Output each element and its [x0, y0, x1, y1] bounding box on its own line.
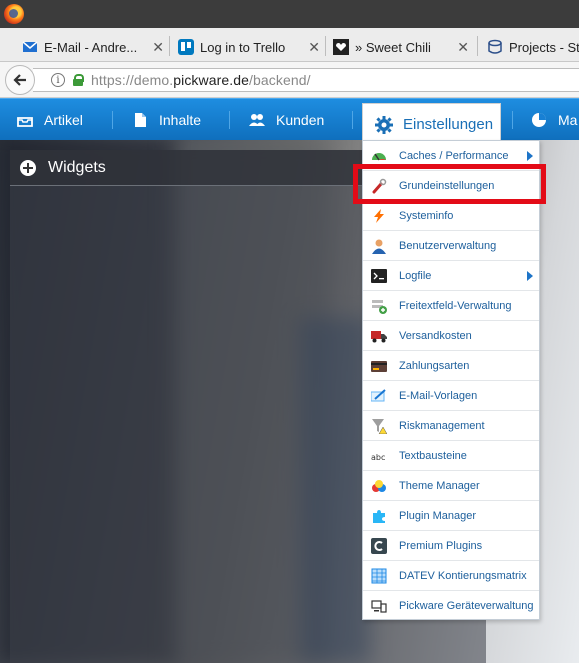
trello-icon [178, 39, 194, 55]
dropdown-item-pickware-geraeteverwaltung[interactable]: Pickware Geräteverwaltung [363, 591, 539, 621]
dropdown-item-label: Caches / Performance [399, 149, 509, 162]
tab-label: Projects - St [509, 39, 579, 55]
envelope-icon [22, 41, 38, 52]
abc-icon: abc [371, 453, 385, 462]
lock-icon[interactable] [73, 74, 84, 86]
dropdown-item-label: Benutzerverwaltung [399, 239, 497, 252]
close-icon[interactable]: ✕ [308, 39, 320, 56]
window-title-bar [0, 0, 579, 28]
menu-label: Kunden [276, 112, 325, 128]
navigation-bar: i https://demo.pickware.de/backend/ [0, 62, 579, 98]
menu-divider [512, 111, 513, 129]
menu-label: Einstellungen [403, 116, 494, 133]
firefox-logo-icon [4, 4, 24, 24]
plus-circle-icon[interactable] [20, 159, 36, 176]
dropdown-item-label: Zahlungsarten [399, 359, 470, 372]
back-button[interactable] [5, 65, 35, 95]
tab-label: » Sweet Chili [355, 39, 431, 55]
speedometer-icon [372, 152, 386, 160]
dropdown-item-textbausteine[interactable]: abc Textbausteine [363, 441, 539, 471]
menu-item-marketing[interactable]: Ma [530, 99, 577, 141]
dropdown-item-label: Textbausteine [399, 449, 467, 462]
menu-divider [229, 111, 230, 129]
puzzle-icon [373, 509, 385, 523]
envelope-edit-icon [371, 388, 386, 401]
close-icon[interactable]: ✕ [152, 39, 164, 56]
form-add-icon [372, 299, 387, 314]
menu-label: Artikel [44, 112, 83, 128]
dropdown-item-benutzerverwaltung[interactable]: Benutzerverwaltung [363, 231, 539, 261]
document-icon [135, 113, 146, 127]
premium-c-icon [371, 537, 387, 554]
dropdown-item-zahlungsarten[interactable]: Zahlungsarten [363, 351, 539, 381]
lightning-icon [374, 208, 384, 223]
dropdown-item-riskmanagement[interactable]: Riskmanagement [363, 411, 539, 441]
tab-projects[interactable]: Projects - St [487, 32, 579, 62]
heart-icon [333, 39, 349, 55]
menu-item-artikel[interactable]: Artikel [16, 99, 83, 141]
gear-icon [375, 115, 393, 134]
menu-item-kunden[interactable]: Kunden [248, 99, 324, 141]
database-icon [488, 39, 502, 54]
tab-divider [325, 36, 326, 56]
menu-item-einstellungen[interactable]: Einstellungen [362, 103, 501, 145]
dropdown-item-label: Theme Manager [399, 479, 480, 492]
dropdown-item-systeminfo[interactable]: Systeminfo [363, 201, 539, 231]
dropdown-item-datev-kontierungsmatrix[interactable]: DATEV Kontierungsmatrix [363, 561, 539, 591]
menu-item-inhalte[interactable]: Inhalte [131, 99, 201, 141]
dropdown-item-label: Logfile [399, 269, 432, 282]
tab-strip: E-Mail - Andre... ✕ Log in to Trello ✕ »… [0, 28, 579, 62]
dropdown-item-theme-manager[interactable]: Theme Manager [363, 471, 539, 501]
dropdown-item-freitextfeld-verwaltung[interactable]: Freitextfeld-Verwaltung [363, 291, 539, 321]
users-icon [249, 114, 265, 126]
dropdown-item-premium-plugins[interactable]: Premium Plugins [363, 531, 539, 561]
menu-label: Ma [558, 112, 578, 128]
highlight-annotation [353, 164, 546, 204]
svg-text:abc: abc [371, 453, 385, 462]
dropdown-item-plugin-manager[interactable]: Plugin Manager [363, 501, 539, 531]
arrow-left-icon [13, 74, 26, 86]
widgets-title: Widgets [48, 158, 106, 176]
url-bar[interactable]: i https://demo.pickware.de/backend/ [33, 68, 579, 92]
dropdown-item-label: DATEV Kontierungsmatrix [399, 569, 527, 582]
info-icon[interactable]: i [51, 73, 65, 87]
tab-label: E-Mail - Andre... [44, 39, 138, 55]
dropdown-item-email-vorlagen[interactable]: E-Mail-Vorlagen [363, 381, 539, 411]
credit-card-icon [371, 360, 387, 372]
tab-trello[interactable]: Log in to Trello ✕ [178, 32, 326, 62]
url-text[interactable]: https://demo.pickware.de/backend/ [91, 72, 311, 88]
dropdown-item-versandkosten[interactable]: Versandkosten [363, 321, 539, 351]
inbox-icon [17, 117, 33, 127]
truck-icon [371, 330, 387, 342]
dropdown-item-label: E-Mail-Vorlagen [399, 389, 478, 402]
pie-chart-icon [532, 113, 546, 127]
tab-email[interactable]: E-Mail - Andre... ✕ [22, 32, 170, 62]
submenu-arrow-icon [527, 271, 533, 281]
menu-label: Inhalte [159, 112, 202, 128]
close-icon[interactable]: ✕ [457, 39, 469, 56]
dropdown-item-label: Systeminfo [399, 209, 454, 222]
menu-divider [112, 111, 113, 129]
tab-divider [477, 36, 478, 56]
tab-sweet-chili[interactable]: » Sweet Chili ✕ [333, 32, 475, 62]
terminal-icon [371, 268, 387, 283]
submenu-arrow-icon [527, 151, 533, 161]
settings-dropdown: Caches / Performance Grundeinstellungen … [362, 140, 540, 620]
devices-icon [371, 600, 387, 613]
tab-divider [169, 36, 170, 56]
dropdown-item-label: Riskmanagement [399, 419, 485, 432]
table-icon [371, 568, 387, 583]
dropdown-item-label: Pickware Geräteverwaltung [399, 600, 534, 612]
dropdown-item-label: Freitextfeld-Verwaltung [399, 299, 512, 312]
user-icon [372, 239, 386, 254]
dropdown-item-label: Premium Plugins [399, 539, 483, 552]
dropdown-item-label: Plugin Manager [399, 509, 477, 522]
menu-divider [352, 111, 353, 129]
color-drops-icon [372, 479, 386, 492]
filter-warning-icon [372, 418, 387, 434]
tab-label: Log in to Trello [200, 39, 286, 55]
dropdown-item-label: Versandkosten [399, 329, 472, 342]
dropdown-item-logfile[interactable]: Logfile [363, 261, 539, 291]
